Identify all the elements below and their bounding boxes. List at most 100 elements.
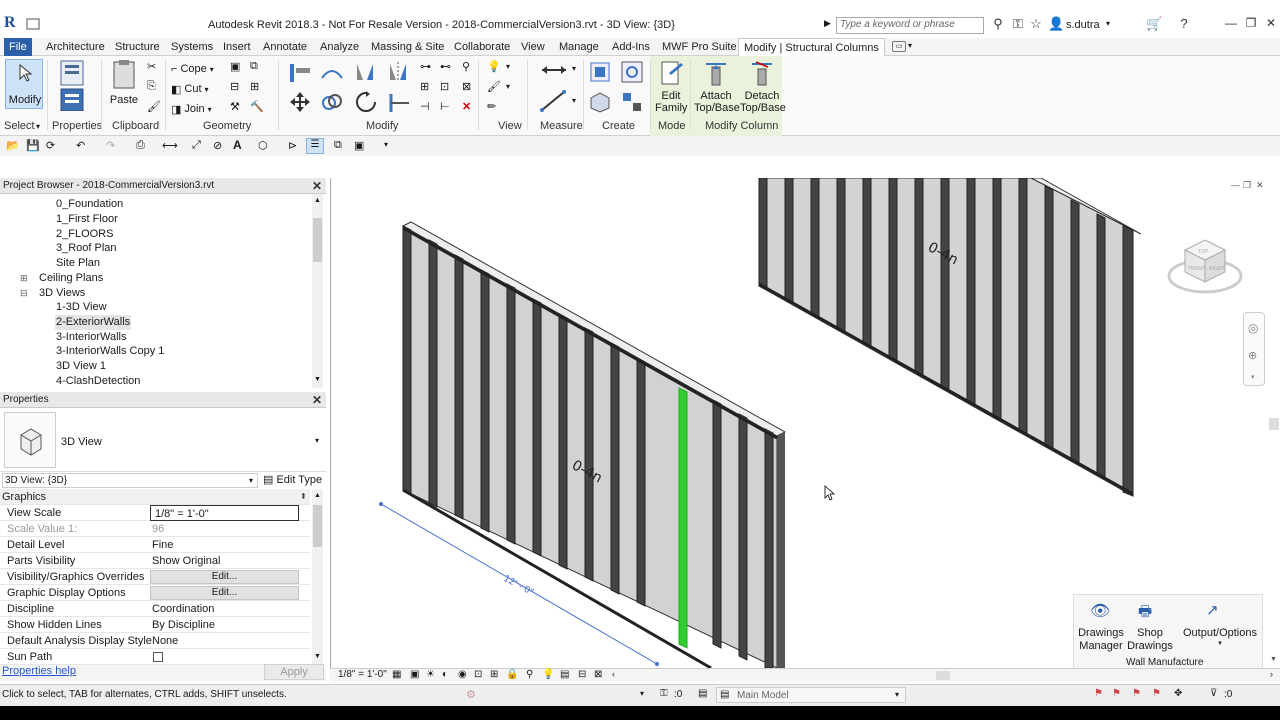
tree-item[interactable]: 3-InteriorWalls: [56, 330, 127, 345]
vg-overrides-edit-button[interactable]: Edit...: [150, 570, 299, 584]
select-pinned-icon[interactable]: ⚑: [1132, 688, 1141, 699]
aligned-dimension-icon[interactable]: ⤢: [192, 139, 201, 152]
shop-drawings-button[interactable]: Shop Drawings: [1126, 627, 1174, 653]
analytical-model-icon[interactable]: ⊟: [578, 669, 586, 680]
sync-icon[interactable]: ⟳: [46, 139, 55, 152]
split-element-icon[interactable]: ⊶: [420, 60, 431, 73]
properties-scrollbar[interactable]: ▲ ▼: [312, 489, 323, 665]
property-value[interactable]: Show Original: [152, 553, 220, 569]
crop-icon[interactable]: ⊡: [474, 669, 482, 680]
ribbon-minimize-icon[interactable]: ▭: [892, 41, 906, 52]
horizontal-scroll-thumb[interactable]: [936, 671, 950, 680]
3d-view-icon[interactable]: ⬡: [258, 139, 268, 152]
graphic-display-edit-button[interactable]: Edit...: [150, 586, 299, 600]
filter-icon[interactable]: ⊽: [1210, 688, 1217, 699]
worksets-icon[interactable]: ⚙: [466, 688, 476, 701]
align-icon[interactable]: [288, 60, 312, 87]
hammer-icon[interactable]: 🔨: [250, 100, 264, 113]
property-value[interactable]: None: [152, 633, 178, 649]
user-name[interactable]: s.dutra: [1066, 19, 1100, 31]
visual-style-icon[interactable]: ▣: [410, 669, 419, 680]
search-input[interactable]: Type a keyword or phrase: [836, 17, 984, 34]
tree-item-3d-views[interactable]: 3D Views: [39, 286, 85, 301]
reveal-hidden-icon[interactable]: 💡: [542, 669, 554, 680]
tab-collaborate[interactable]: Collaborate: [449, 38, 515, 56]
move-icon[interactable]: [288, 90, 312, 117]
tree-item[interactable]: 2_FLOORS: [56, 227, 113, 242]
tree-scrollbar[interactable]: ▲ ▼: [312, 194, 323, 388]
close-icon[interactable]: ✕: [312, 392, 322, 408]
cut-geometry-button[interactable]: ◧ Cut ▾: [171, 80, 209, 98]
properties-button[interactable]: [58, 59, 88, 112]
cut-scissors-icon[interactable]: ✂: [147, 60, 156, 73]
tab-massing-site[interactable]: Massing & Site: [366, 38, 449, 56]
tab-insert[interactable]: Insert: [218, 38, 256, 56]
drag-elements-icon[interactable]: ✥: [1174, 688, 1182, 699]
collapse-icon[interactable]: ⊟: [20, 288, 28, 299]
tree-item[interactable]: Site Plan: [56, 256, 100, 271]
select-underlay-icon[interactable]: ⚑: [1112, 688, 1121, 699]
tree-item[interactable]: 4-ClashDetection: [56, 374, 140, 389]
viewcube[interactable]: TOP FRONT RIGHT: [1167, 232, 1243, 302]
tree-item[interactable]: 1-3D View: [56, 300, 107, 315]
type-dropdown-icon[interactable]: ▾: [315, 436, 319, 445]
workset-dropdown-icon[interactable]: ▾: [640, 689, 644, 698]
create-parts-icon[interactable]: [620, 60, 644, 87]
hide-dropdown-icon[interactable]: ▾: [506, 62, 510, 71]
thin-lines-icon[interactable]: ☰: [306, 138, 324, 154]
tab-analyze[interactable]: Analyze: [315, 38, 364, 56]
paint-icon[interactable]: ⊞: [250, 80, 259, 93]
trim-single-icon[interactable]: ⊢: [440, 100, 450, 113]
offset-icon[interactable]: [320, 60, 344, 87]
view-scale-selector[interactable]: 1/8" = 1'-0": [338, 669, 387, 680]
unpin-icon[interactable]: ⚲: [462, 60, 470, 73]
scroll-up-icon[interactable]: ▲: [314, 492, 321, 499]
tab-systems[interactable]: Systems: [166, 38, 218, 56]
help-icon[interactable]: ?: [1176, 16, 1192, 32]
view-restore-icon[interactable]: ❐: [1243, 180, 1251, 191]
design-options-icon[interactable]: ▤: [698, 688, 707, 699]
tab-annotate[interactable]: Annotate: [258, 38, 312, 56]
scroll-up-icon[interactable]: ▲: [314, 197, 321, 204]
trim-extend-icon[interactable]: [387, 90, 411, 117]
qat-customize-icon[interactable]: ▾: [384, 140, 388, 149]
scroll-down-icon[interactable]: ▼: [314, 376, 321, 383]
tree-item[interactable]: 3-InteriorWalls Copy 1: [56, 344, 164, 359]
tree-item[interactable]: 3_Roof Plan: [56, 241, 117, 256]
tab-modify-structural-columns[interactable]: Modify | Structural Columns: [738, 38, 885, 56]
override-dropdown-icon[interactable]: ▾: [506, 82, 510, 91]
edit-family-button[interactable]: Edit Family: [655, 59, 687, 114]
canvas-scroll-down-icon[interactable]: ▼: [1270, 656, 1277, 663]
tree-item-ceiling-plans[interactable]: Ceiling Plans: [39, 271, 103, 286]
group-header-graphics[interactable]: Graphics ⇞: [0, 489, 310, 505]
tab-add-ins[interactable]: Add-Ins: [607, 38, 655, 56]
trim-multiple-icon[interactable]: ⊣: [420, 100, 430, 113]
canvas-scroll-thumb[interactable]: [1269, 418, 1279, 430]
property-value[interactable]: Fine: [152, 537, 173, 553]
group-collapse-icon[interactable]: ⇞: [300, 489, 307, 505]
scroll-left-icon[interactable]: ‹: [612, 669, 615, 679]
minimize-icon[interactable]: —: [1222, 16, 1240, 32]
array-icon[interactable]: ⊞: [420, 80, 429, 93]
tab-view[interactable]: View: [516, 38, 550, 56]
linework-icon[interactable]: ✏: [487, 100, 496, 113]
demolish-icon[interactable]: ⚒: [230, 100, 240, 113]
tree-item[interactable]: 3D View 1: [56, 359, 106, 374]
main-model-selector[interactable]: ▤ Main Model ▾: [716, 687, 906, 703]
render-icon[interactable]: ◉: [458, 669, 467, 680]
cope-button[interactable]: ⌐ Cope ▾: [171, 60, 214, 78]
open-icon[interactable]: [26, 16, 40, 32]
tab-file[interactable]: File: [4, 38, 32, 56]
modify-button[interactable]: Modify: [5, 59, 43, 109]
property-value[interactable]: Coordination: [152, 601, 214, 617]
user-icon[interactable]: 👤: [1048, 16, 1064, 32]
section-icon[interactable]: ⊳: [288, 139, 297, 152]
copy-element-icon[interactable]: [320, 90, 344, 117]
tab-structure[interactable]: Structure: [110, 38, 165, 56]
tree-item[interactable]: 1_First Floor: [56, 212, 118, 227]
worksharing-display-icon[interactable]: ▤: [560, 669, 569, 680]
join-dropdown-icon[interactable]: ▾: [208, 105, 212, 114]
highlight-displacement-icon[interactable]: ⊠: [594, 669, 602, 680]
split-gap-icon[interactable]: ⊷: [440, 60, 451, 73]
copy-icon[interactable]: ⎘: [147, 80, 156, 93]
